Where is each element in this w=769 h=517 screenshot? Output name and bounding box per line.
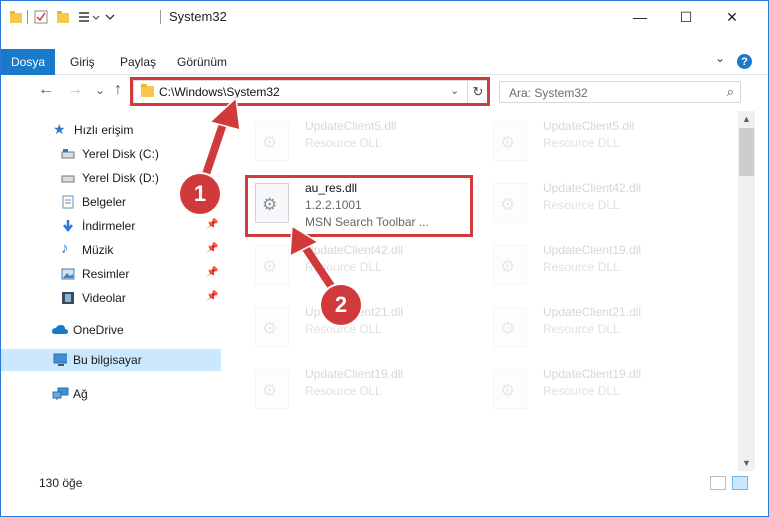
step-1-badge: 1 [180, 174, 220, 214]
step-2-badge: 2 [321, 285, 361, 325]
annotation-arrows [196, 96, 339, 296]
arrow-2 [289, 224, 339, 296]
